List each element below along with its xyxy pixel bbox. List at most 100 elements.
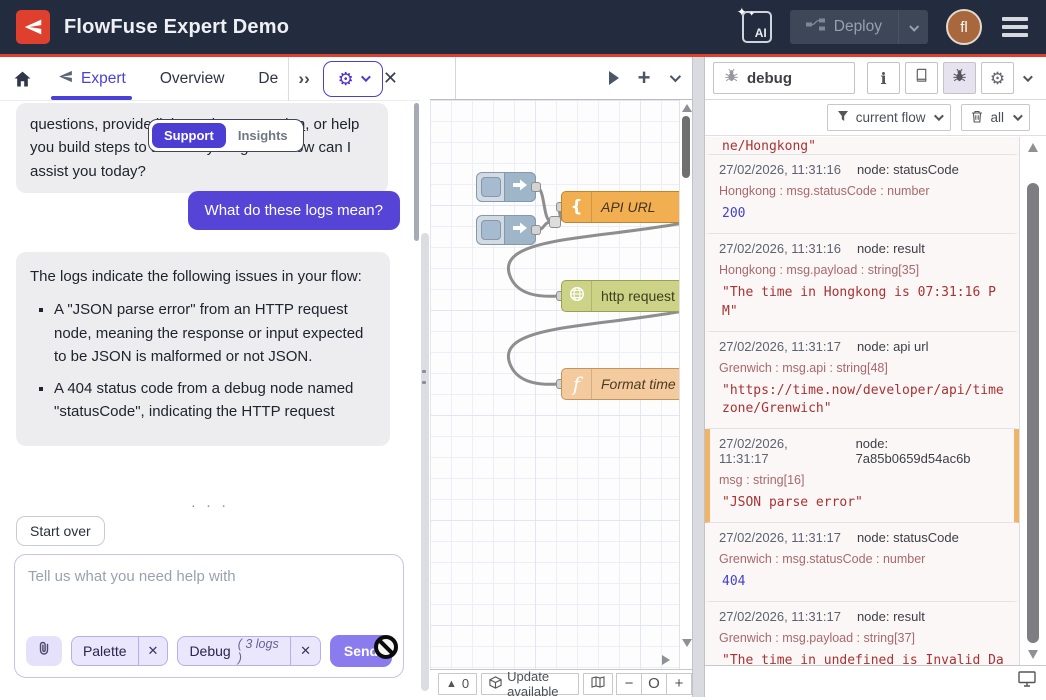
scroll-right-icon[interactable] [662, 655, 670, 665]
message-timestamp: 27/02/2026, 11:31:17 [719, 530, 841, 545]
debug-scrollbar[interactable] [1027, 143, 1040, 659]
inject-button[interactable] [481, 220, 501, 240]
splitter-bar[interactable] [421, 233, 429, 691]
output-port[interactable] [531, 225, 541, 235]
ai-assistant-icon[interactable]: ✦ ✦ AI [742, 11, 772, 43]
open-debug-window-icon[interactable] [1018, 671, 1036, 692]
zoom-reset-button[interactable]: O [641, 673, 667, 695]
message-value: "JSON parse error" [719, 494, 1005, 513]
message-timestamp: 27/02/2026, 11:31:17 [719, 436, 840, 466]
filter-icon [837, 110, 849, 125]
attach-button[interactable] [26, 636, 62, 666]
tab-overview[interactable]: Overview [160, 70, 225, 88]
deploy-nodes-icon [806, 18, 825, 36]
bug-icon [724, 68, 739, 88]
debug-message[interactable]: 27/02/2026, 11:31:17 node: result Grenwi… [705, 602, 1019, 665]
sidebar-options-caret-icon[interactable] [1023, 72, 1033, 82]
remove-debug-icon[interactable]: ✕ [290, 637, 320, 665]
filter-dropdown[interactable]: current flow [827, 104, 952, 131]
bug-icon [952, 68, 967, 88]
menu-icon[interactable] [1000, 13, 1030, 41]
assistant-tabbar: Expert Overview De ›› ⚙ ✕ [0, 57, 420, 101]
assistant-message: The logs indicate the following issues i… [16, 252, 390, 446]
function-node-format[interactable]: f Format time [561, 368, 692, 400]
chat-scrollbar[interactable] [414, 103, 419, 241]
debug-header: debug i ⚙ [705, 57, 1046, 100]
debug-message[interactable]: 27/02/2026, 11:31:17 node: api url Grenw… [705, 332, 1019, 430]
debug-message[interactable]: 27/02/2026, 11:31:16 node: result Hongko… [705, 234, 1019, 332]
message-timestamp: 27/02/2026, 11:31:16 [719, 241, 841, 256]
close-icon[interactable]: ✕ [383, 68, 398, 89]
debug-tab-button[interactable] [943, 62, 976, 94]
avatar[interactable]: fl [946, 9, 982, 45]
debug-message[interactable]: 27/02/2026, 11:31:17 node: statusCode Gr… [705, 523, 1019, 602]
chat-input[interactable] [28, 568, 390, 626]
debug-sidebar: debug i ⚙ [705, 57, 1046, 697]
http-request-node[interactable]: http request [561, 280, 692, 312]
message-value: 200 [719, 205, 1005, 224]
flow-editor: + [430, 57, 692, 697]
mode-insights-button[interactable]: Insights [226, 123, 300, 148]
tab-truncated[interactable]: De [258, 70, 280, 88]
assistant-settings-button[interactable]: ⚙ [323, 61, 383, 97]
mode-support-button[interactable]: Support [152, 123, 226, 148]
chevron-down-icon [361, 72, 371, 82]
message-node-name: node: statusCode [857, 530, 959, 545]
sidebar-splitter[interactable] [692, 57, 705, 697]
navigator-button[interactable] [583, 673, 613, 695]
debug-message[interactable]: ne/Hongkong" [705, 137, 1019, 155]
deploy-options-caret[interactable] [898, 10, 928, 44]
tabbar-divider [288, 57, 289, 101]
debug-message-list: ne/Hongkong" 27/02/2026, 11:31:16 node: … [705, 137, 1020, 665]
change-node-api-url[interactable]: { API URL [561, 191, 692, 223]
chevrons-right-icon[interactable]: ›› [298, 69, 309, 89]
debug-message[interactable]: 27/02/2026, 11:31:17 node: 7a85b0659d54a… [705, 429, 1019, 523]
message-value: 404 [719, 573, 1005, 592]
tab-expert[interactable]: Expert [57, 57, 126, 100]
canvas-scrollbar[interactable] [679, 100, 692, 669]
inject-node[interactable] [476, 215, 536, 245]
warnings-indicator[interactable]: ▲ 0 [438, 673, 477, 695]
panel-splitter[interactable] [420, 57, 430, 697]
remove-palette-icon[interactable]: ✕ [138, 637, 168, 665]
message-property: Grenwich : msg.api : string[48] [719, 361, 1005, 375]
scroll-down-icon[interactable] [1028, 650, 1038, 659]
book-icon [914, 68, 929, 88]
scroll-up-icon[interactable] [682, 104, 692, 112]
list-item: A "JSON parse error" from an HTTP reques… [54, 298, 376, 368]
list-item: A 404 status code from a debug node name… [54, 377, 376, 424]
expert-tab-icon [57, 68, 74, 90]
junction-node[interactable] [549, 216, 561, 228]
output-port[interactable] [531, 182, 541, 192]
start-over-button[interactable]: Start over [16, 516, 105, 546]
add-flow-button[interactable]: + [630, 57, 658, 99]
page-title: FlowFuse Expert Demo [64, 16, 289, 39]
zoom-in-button[interactable]: + [666, 673, 692, 695]
debug-message[interactable]: 27/02/2026, 11:31:16 node: statusCode Ho… [705, 155, 1019, 234]
inject-node[interactable] [476, 172, 536, 202]
update-available-button[interactable]: Update available [481, 673, 579, 695]
deploy-button[interactable]: Deploy [790, 10, 928, 44]
message-property: msg : string[16] [719, 473, 1005, 487]
flow-tab-partial[interactable] [430, 57, 456, 99]
flow-canvas[interactable]: { API URL http request f Format time [430, 100, 692, 669]
app-header: FlowFuse Expert Demo ✦ ✦ AI Deploy fl [0, 0, 1046, 57]
home-icon[interactable] [14, 71, 31, 87]
clear-dropdown[interactable]: all [961, 104, 1030, 131]
settings-tab-button[interactable]: ⚙ [981, 62, 1014, 94]
brace-icon: { [570, 197, 582, 217]
debug-chip: Debug ( 3 logs ) ✕ [177, 636, 321, 666]
scroll-down-icon[interactable] [682, 639, 692, 647]
tab-scroll-right-icon[interactable] [600, 57, 628, 99]
palette-chip: Palette ✕ [71, 636, 169, 666]
canvas-scroll-thumb[interactable] [682, 116, 690, 178]
inject-button[interactable] [481, 177, 501, 197]
message-node-name: node: result [857, 241, 925, 256]
info-tab-button[interactable]: i [867, 62, 900, 94]
issue-list: A "JSON parse error" from an HTTP reques… [30, 298, 376, 423]
debug-scroll-thumb[interactable] [1027, 183, 1039, 643]
scroll-up-icon[interactable] [1028, 143, 1038, 152]
zoom-out-button[interactable]: − [616, 673, 642, 695]
help-tab-button[interactable] [905, 62, 938, 94]
flow-list-caret-icon[interactable] [660, 57, 688, 99]
